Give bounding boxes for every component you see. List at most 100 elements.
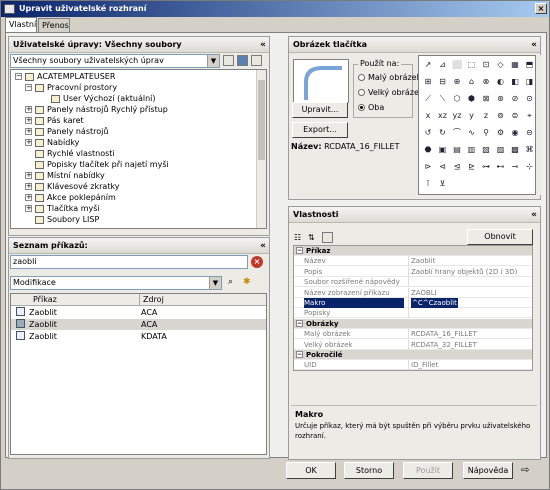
- collapse-icon[interactable]: «: [260, 38, 266, 53]
- library-icon[interactable]: ⌘: [523, 143, 536, 157]
- property-row[interactable]: Malý obrázek RCDATA_16_FILLET: [294, 329, 534, 340]
- library-icon[interactable]: ⊗: [479, 75, 493, 89]
- chevron-down-icon[interactable]: ▼: [209, 277, 221, 289]
- library-icon[interactable]: ◧: [508, 75, 522, 89]
- command-row[interactable]: Zaoblit ACA: [11, 307, 266, 318]
- help-pointer-icon[interactable]: ⇨: [521, 465, 529, 476]
- library-icon[interactable]: ↺: [421, 126, 435, 140]
- property-pages-icon[interactable]: [322, 232, 333, 243]
- library-icon[interactable]: ⟋: [421, 92, 435, 106]
- library-icon[interactable]: ⬚: [465, 58, 479, 72]
- library-icon[interactable]: ◉: [508, 126, 522, 140]
- property-value[interactable]: [408, 277, 534, 288]
- library-icon[interactable]: ⊞: [421, 75, 435, 89]
- library-icon[interactable]: ⌖: [523, 109, 536, 123]
- close-button[interactable]: ×: [535, 3, 547, 14]
- library-icon[interactable]: ∿: [465, 126, 479, 140]
- new-file-icon[interactable]: [251, 55, 262, 66]
- radio-icon[interactable]: [358, 74, 365, 81]
- library-icon[interactable]: ⬒: [523, 58, 536, 72]
- tree-item-quick-properties[interactable]: Rychlé vlastnosti: [35, 148, 115, 159]
- library-icon[interactable]: y: [465, 109, 479, 123]
- library-icon[interactable]: ⊳: [421, 160, 435, 174]
- library-icon[interactable]: ⊲: [436, 160, 450, 174]
- property-value[interactable]: Zaoblí hrany objektů (2D i 3D): [408, 266, 534, 277]
- clear-search-icon[interactable]: ×: [251, 256, 263, 268]
- reset-defaults-button[interactable]: Obnovit výchozí: [467, 229, 533, 255]
- export-button[interactable]: Export...: [292, 122, 348, 138]
- categorized-icon[interactable]: ☷: [294, 232, 305, 243]
- command-row-selected[interactable]: Zaoblit ACA: [11, 319, 266, 330]
- radio-checked-icon[interactable]: [358, 104, 365, 111]
- library-icon[interactable]: ▣: [436, 143, 450, 157]
- collapse-icon[interactable]: «: [531, 38, 537, 53]
- library-icon[interactable]: ⬜: [450, 58, 464, 72]
- collapse-node-icon[interactable]: −: [15, 73, 22, 80]
- property-category[interactable]: Příkaz −: [294, 246, 532, 256]
- library-icon[interactable]: ⊿: [436, 58, 450, 72]
- library-icon[interactable]: xz: [436, 109, 450, 123]
- library-icon[interactable]: ◐: [494, 75, 508, 89]
- tree-item-quick-access[interactable]: Panely nástrojů Rychlý přístup: [35, 104, 168, 115]
- library-icon[interactable]: ⊸: [508, 160, 522, 174]
- expand-node-icon[interactable]: +: [25, 128, 32, 135]
- expand-node-icon[interactable]: +: [25, 205, 32, 212]
- expand-node-icon[interactable]: +: [25, 194, 32, 201]
- property-value[interactable]: ID_Fillet: [408, 360, 534, 371]
- command-list[interactable]: Příkaz Zdroj Zaoblit ACA Zaoblit ACA Zaobl…: [10, 293, 267, 455]
- library-icon[interactable]: x: [421, 109, 435, 123]
- property-row[interactable]: Popisky: [294, 308, 532, 319]
- library-icon[interactable]: ▨: [494, 143, 508, 157]
- save-icon[interactable]: [237, 55, 248, 66]
- tree-item-shortcut-menus[interactable]: Místní nabídky: [35, 170, 105, 181]
- property-row[interactable]: Popis Zaoblí hrany objektů (2D i 3D): [294, 266, 534, 277]
- library-icon[interactable]: ⊴: [450, 160, 464, 174]
- property-row[interactable]: Název zobrazení příkazu ZAOBLI: [294, 287, 532, 298]
- library-icon[interactable]: ⊺: [421, 177, 435, 191]
- library-icon[interactable]: ⊝: [523, 126, 536, 140]
- tree-item-toolbars[interactable]: Panely nástrojů: [35, 126, 108, 137]
- command-filter-combo[interactable]: Modifikace ▼: [10, 276, 222, 290]
- expand-node-icon[interactable]: +: [25, 172, 32, 179]
- property-value[interactable]: RCDATA_16_FILLET: [408, 329, 534, 340]
- library-icon[interactable]: ⌒: [450, 126, 464, 140]
- edit-button[interactable]: Upravit...: [292, 102, 348, 118]
- tab-customize[interactable]: Vlastní: [5, 17, 37, 33]
- radio-both[interactable]: Oba: [358, 102, 384, 113]
- library-icon[interactable]: ⌂: [465, 75, 479, 89]
- new-command-icon[interactable]: ✱: [243, 277, 254, 288]
- property-row[interactable]: UID ID_Fillet: [294, 360, 534, 371]
- command-search-input[interactable]: zaobli: [10, 255, 248, 269]
- radio-icon[interactable]: [358, 89, 365, 96]
- collapse-category-icon[interactable]: −: [296, 319, 303, 327]
- collapse-category-icon[interactable]: −: [296, 351, 303, 358]
- tree-item-double-click[interactable]: Akce poklepáním: [35, 192, 116, 203]
- library-icon[interactable]: ▥: [465, 143, 479, 157]
- column-header-command[interactable]: Příkaz: [33, 294, 57, 306]
- library-icon[interactable]: ⊚: [494, 109, 508, 123]
- library-icon[interactable]: ↗: [421, 58, 435, 72]
- library-icon[interactable]: ⊶: [479, 160, 493, 174]
- tree-item-lisp-files[interactable]: Soubory LISP: [35, 214, 99, 225]
- collapse-category-icon[interactable]: −: [296, 247, 303, 254]
- collapse-icon[interactable]: «: [260, 239, 266, 254]
- help-button[interactable]: Nápověda: [463, 462, 513, 479]
- library-icon[interactable]: ⊹: [523, 160, 536, 174]
- library-icon[interactable]: ⊵: [465, 160, 479, 174]
- scrollbar-thumb[interactable]: [258, 80, 265, 160]
- tab-transfer[interactable]: Přenos: [38, 18, 70, 33]
- library-icon[interactable]: ⊻: [436, 177, 450, 191]
- customization-file-combo[interactable]: Všechny soubory uživatelských úprav ▼: [10, 54, 220, 68]
- library-icon[interactable]: ⊛: [494, 92, 508, 106]
- library-icon[interactable]: ⟍: [436, 92, 450, 106]
- expand-node-icon[interactable]: +: [25, 106, 32, 113]
- library-icon[interactable]: ⬣: [421, 143, 435, 157]
- command-row[interactable]: Zaoblit KDATA: [11, 331, 266, 342]
- property-row[interactable]: Makro ^C^Czaoblit: [294, 298, 532, 308]
- tree-item-rollover-tooltips[interactable]: Popisky tlačítek při najetí myši: [35, 159, 169, 170]
- library-icon[interactable]: ▦: [508, 58, 522, 72]
- library-icon[interactable]: ⊘: [508, 92, 522, 106]
- tree-item-root[interactable]: ACATEMPLATEUSER: [25, 71, 115, 82]
- library-icon[interactable]: ⚙: [494, 126, 508, 140]
- property-value[interactable]: RCDATA_32_FILLET: [408, 339, 534, 350]
